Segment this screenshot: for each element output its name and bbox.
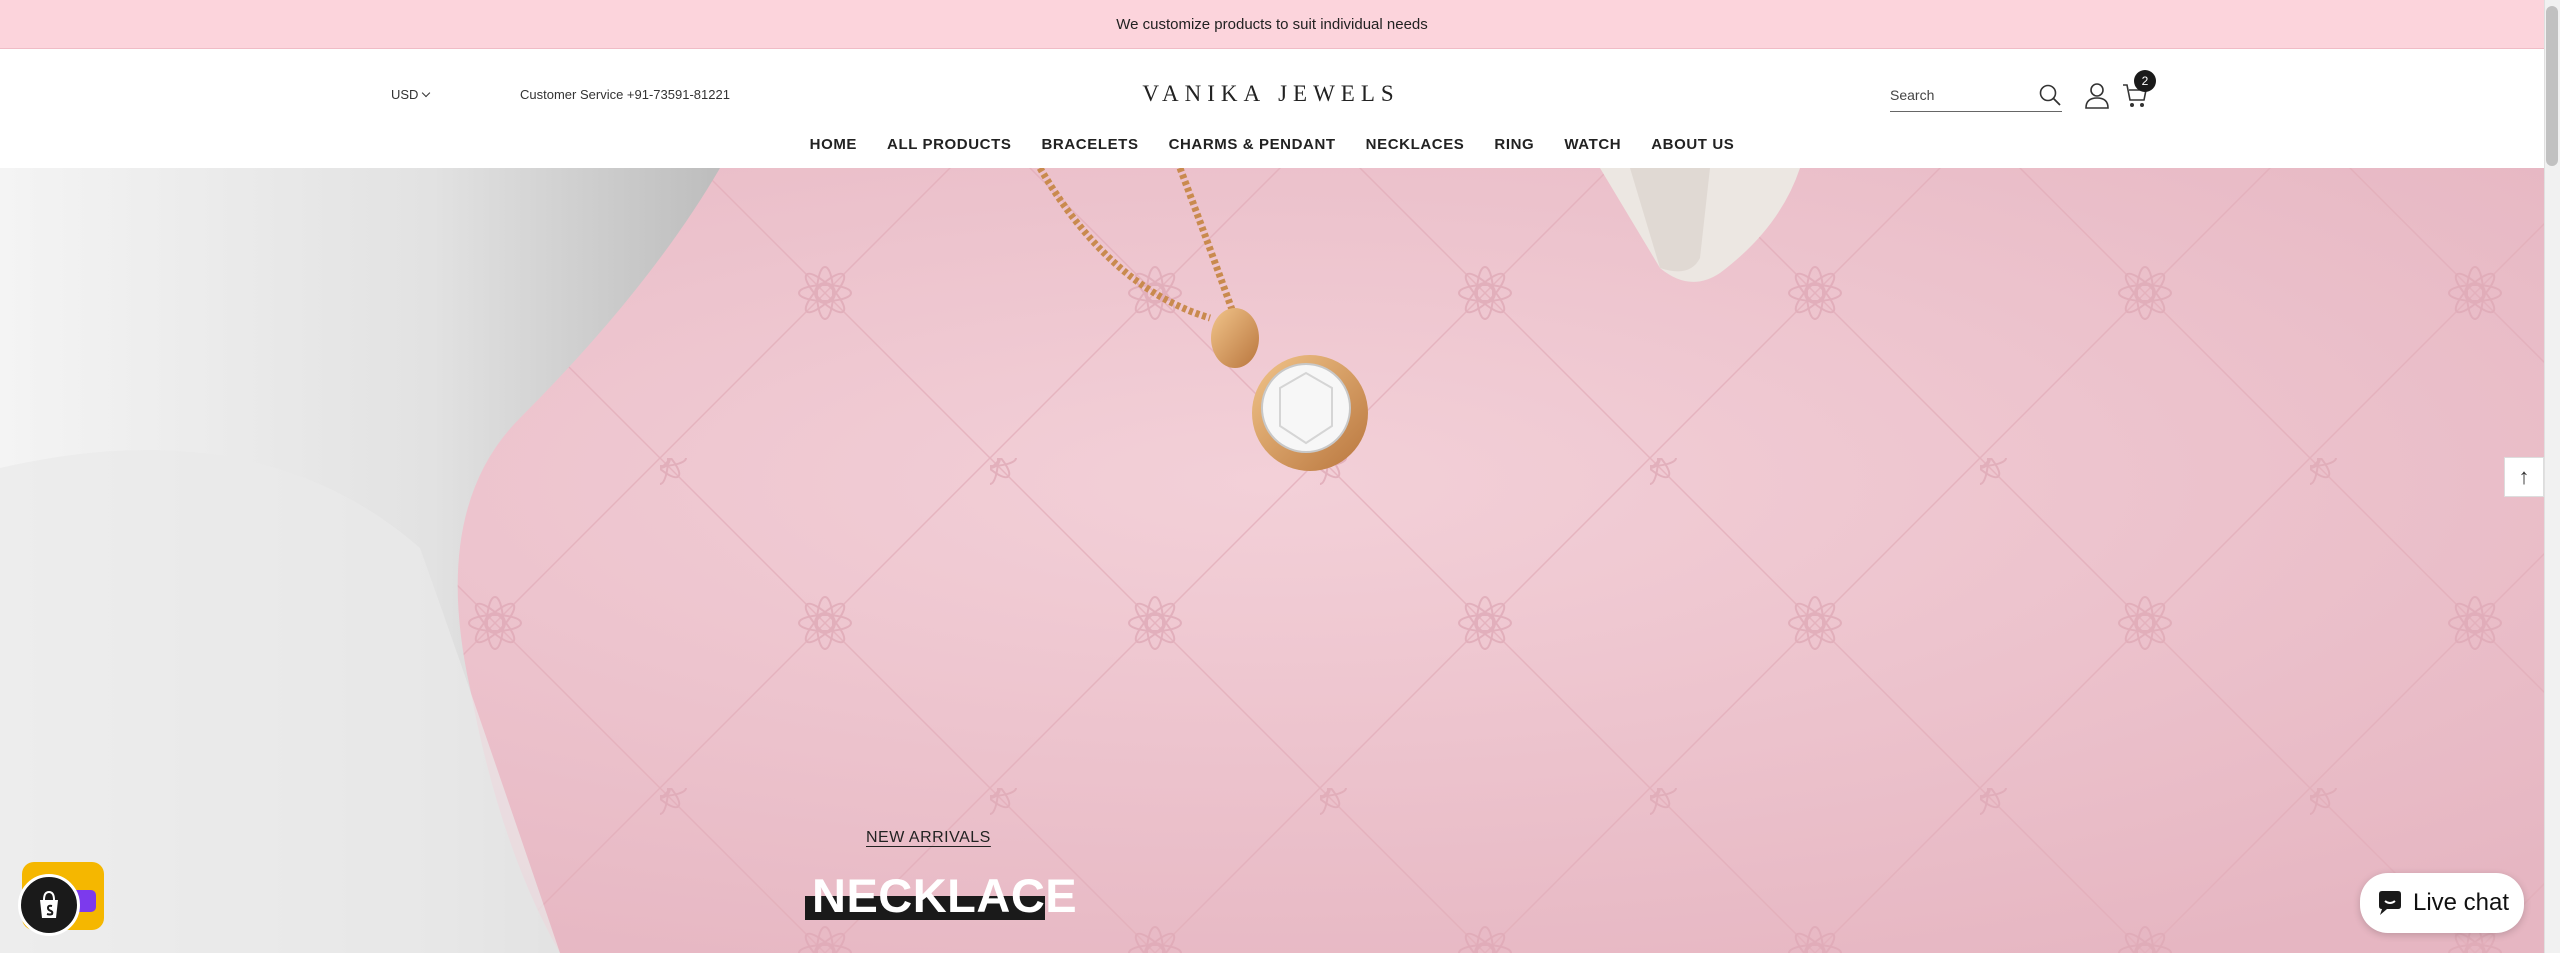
logo-word-left: VANIKA [1142,81,1267,106]
nav-about-us[interactable]: ABOUT US [1651,130,1734,160]
currency-label: USD [391,87,419,102]
search-icon[interactable] [2038,83,2062,107]
scrollbar-thumb[interactable] [2546,6,2558,166]
nav-bracelets[interactable]: BRACELETS [1041,130,1138,160]
shopping-bag-icon [40,890,58,918]
currency-selector[interactable]: USD [391,87,431,102]
hero-subtitle[interactable]: NEW ARRIVALS [866,829,991,847]
site-logo[interactable]: VANIKA JEWELS [1142,70,1400,118]
nav-charms-pendant[interactable]: CHARMS & PENDANT [1169,130,1336,160]
live-chat-button[interactable]: Live chat [2360,873,2524,933]
site-header: USD Customer Service +91-73591-81221 VAN… [0,50,2544,168]
hero-banner[interactable]: NEW ARRIVALS NECKLACE [0,168,2544,953]
hero-title: NECKLACE [812,869,1078,922]
nav-all-products[interactable]: ALL PRODUCTS [887,130,1011,160]
customer-service-text: Customer Service +91-73591-81221 [520,87,730,102]
nav-ring[interactable]: RING [1494,130,1534,160]
nav-home[interactable]: HOME [810,130,857,160]
search-box [1890,78,2062,112]
hero-image [0,168,2544,953]
announcement-bar: We customize products to suit individual… [0,0,2544,49]
shop-app-button[interactable] [18,874,80,936]
logo-word-right: JEWELS [1278,81,1400,106]
nav-necklaces[interactable]: NECKLACES [1366,130,1465,160]
announcement-text: We customize products to suit individual… [1116,15,1428,33]
account-icon[interactable] [2084,81,2110,109]
search-input[interactable] [1890,86,2020,103]
main-nav: HOME ALL PRODUCTS BRACELETS CHARMS & PEN… [0,130,2544,160]
live-chat-label: Live chat [2412,889,2510,916]
chevron-down-icon [422,88,431,97]
cart-count-badge: 2 [2134,70,2156,92]
chat-bubble-icon [2378,891,2401,915]
back-to-top-button[interactable]: ↑ [2504,457,2544,497]
nav-watch[interactable]: WATCH [1564,130,1621,160]
